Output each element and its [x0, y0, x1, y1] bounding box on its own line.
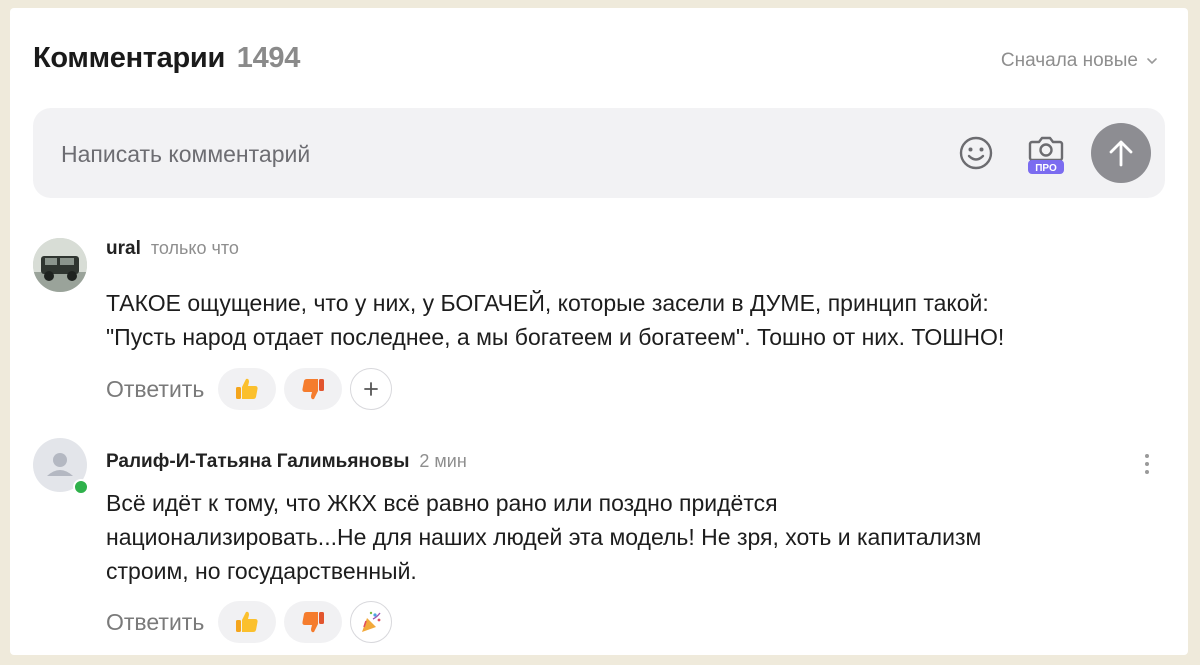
comments-panel: Комментарии 1494 Сначала новые ПРО — [10, 8, 1188, 655]
comment-actions: Ответить — [106, 601, 393, 643]
comment-composer: ПРО — [33, 108, 1165, 198]
comments-count: 1494 — [236, 42, 301, 74]
send-button[interactable] — [1091, 123, 1151, 183]
like-button[interactable] — [218, 601, 277, 643]
thumbs-down-icon — [302, 612, 325, 633]
thumbs-up-icon — [236, 378, 258, 399]
comment-meta: ural только что — [106, 238, 239, 260]
plus-icon — [364, 382, 379, 396]
comment-time: только что — [150, 238, 239, 258]
party-reaction-button[interactable] — [350, 601, 393, 643]
car-avatar-image — [33, 238, 87, 292]
comment-item: Ралиф-И-Татьяна Галимьяновы 2 мин Всё идё… — [33, 438, 1158, 648]
arrow-up-icon — [1109, 140, 1133, 167]
thumbs-down-icon — [302, 379, 325, 400]
smile-icon[interactable] — [957, 134, 995, 172]
comment-author[interactable]: ural — [106, 238, 141, 259]
comment-input[interactable] — [59, 133, 883, 175]
avatar[interactable] — [33, 238, 87, 292]
add-reaction-button[interactable] — [350, 368, 393, 410]
comments-header: Комментарии 1494 Сначала новые — [33, 42, 1158, 82]
comments-title: Комментарии 1494 — [33, 42, 1158, 75]
comment-text: ТАКОЕ ощущение, что у них, у БОГАЧЕЙ, ко… — [106, 286, 1004, 354]
dislike-button[interactable] — [284, 368, 343, 410]
party-popper-icon — [362, 611, 381, 632]
more-vertical-icon[interactable] — [1142, 452, 1152, 476]
like-button[interactable] — [218, 368, 277, 410]
reply-button[interactable]: Ответить — [106, 376, 204, 403]
sort-dropdown[interactable]: Сначала новые — [1001, 50, 1158, 72]
sort-label: Сначала новые — [1000, 50, 1138, 71]
comment-item: ural только что ТАКОЕ ощущение, что у них… — [33, 238, 1158, 410]
comments-title-label: Комментарии — [33, 42, 225, 74]
thumbs-up-icon — [236, 611, 258, 632]
comment-text-line: "Пусть народ отдает последнее, а мы бога… — [106, 324, 1005, 350]
comment-time: 2 мин — [419, 451, 467, 471]
dislike-button[interactable] — [284, 601, 343, 643]
comment-text-line: Всё идёт к тому, что ЖКХ всё равно рано … — [106, 490, 778, 516]
comment-text-line: национализировать...Не для наших людей э… — [106, 524, 982, 550]
comment-meta: Ралиф-И-Татьяна Галимьяновы 2 мин — [106, 451, 467, 473]
comment-author[interactable]: Ралиф-И-Татьяна Галимьяновы — [106, 451, 409, 472]
comment-actions: Ответить — [106, 368, 393, 410]
reply-button[interactable]: Ответить — [106, 609, 204, 636]
camera-pro-badge: ПРО — [1035, 163, 1057, 174]
comment-text-line: строим, но государственный. — [106, 558, 417, 584]
online-status-dot — [73, 479, 89, 495]
comment-text: Всё идёт к тому, что ЖКХ всё равно рано … — [106, 486, 981, 588]
chevron-down-icon — [1147, 58, 1157, 65]
comment-text-line: ТАКОЕ ощущение, что у них, у БОГАЧЕЙ, ко… — [106, 290, 989, 316]
camera-icon[interactable]: ПРО — [1026, 130, 1066, 176]
